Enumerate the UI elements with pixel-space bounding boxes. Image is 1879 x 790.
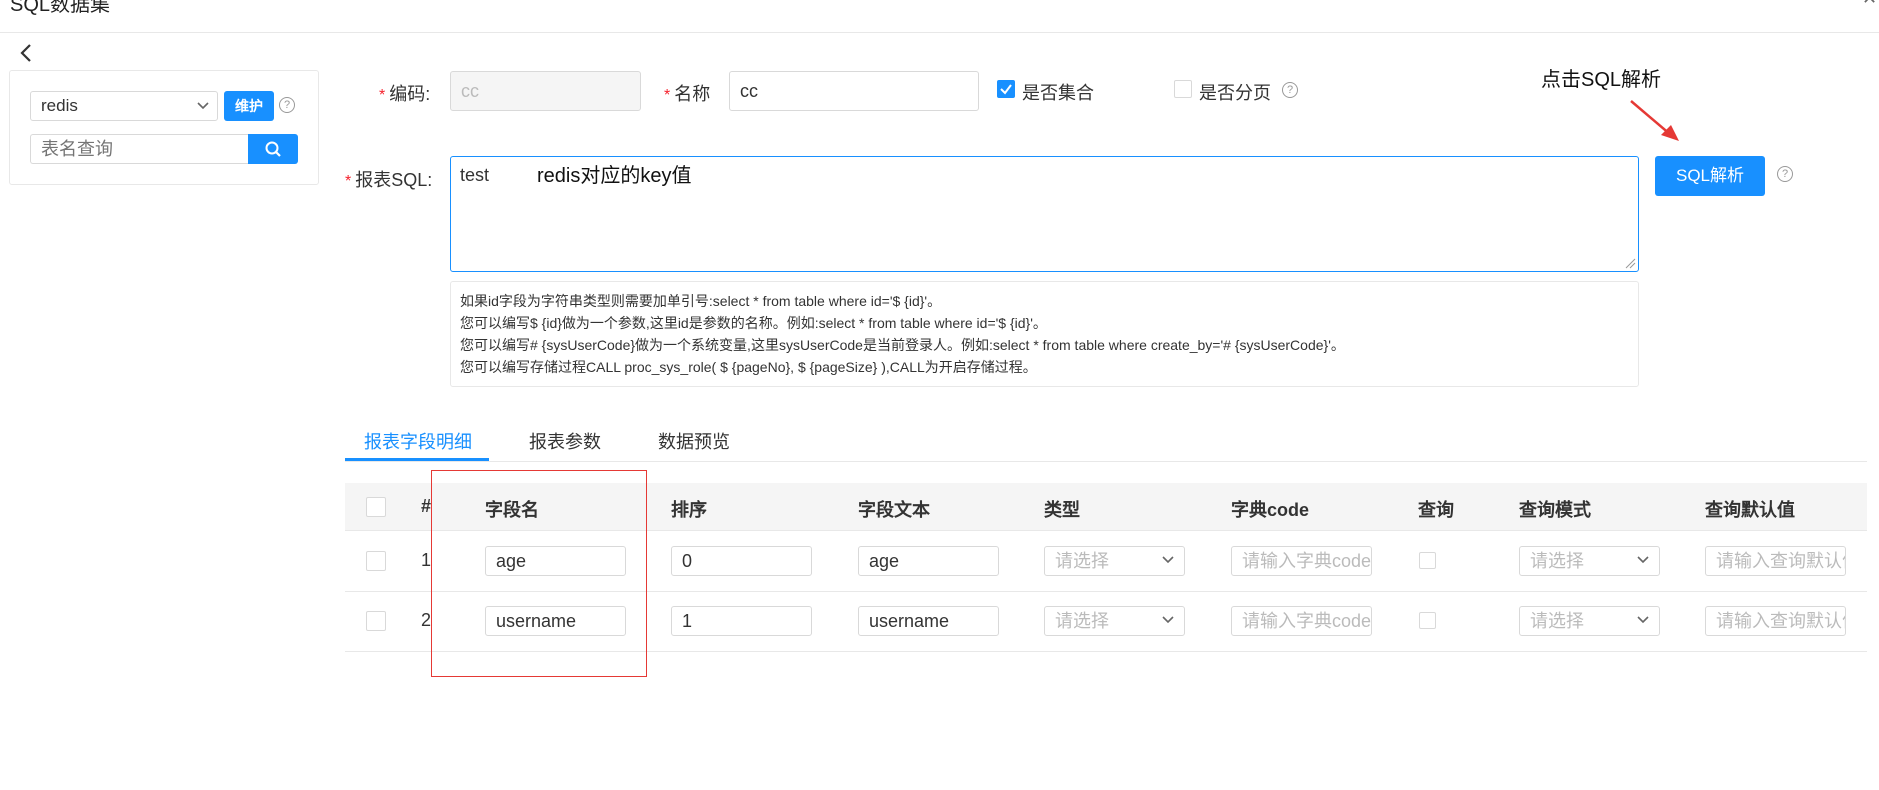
tab-report-params[interactable]: 报表参数 [529,428,601,454]
hint-line: 您可以编写存储过程CALL proc_sys_role( $ {pageNo},… [460,359,1037,375]
back-arrow-icon[interactable] [16,42,38,64]
is-collection-label: 是否集合 [1022,83,1094,103]
hint-line: 您可以编写# {sysUserCode}做为一个系统变量,这里sysUserCo… [460,337,1345,353]
header-divider [0,32,1879,33]
tabs-divider [345,461,1867,462]
hint-line: 如果id字段为字符串类型则需要加单引号:select * from table … [460,293,942,309]
annotation-highlight-box [431,470,647,677]
hint-line: 您可以编写$ {id}做为一个参数,这里id是参数的名称。例如:select *… [460,315,1047,331]
query-mode-select[interactable]: 请选择 [1519,606,1660,636]
sql-parse-button[interactable]: SQL解析 [1655,156,1765,196]
datasource-value: redis [41,96,78,115]
column-header: 类型 [1044,500,1080,520]
search-icon [265,141,281,157]
sql-help-icon[interactable]: ? [1777,166,1793,182]
annotation-arrow-icon [1630,100,1679,141]
tab-data-preview[interactable]: 数据预览 [658,428,730,454]
table-search-button[interactable] [248,134,298,164]
column-header: 排序 [671,500,707,520]
row-number: 1 [421,550,432,570]
is-collection-checkbox[interactable] [997,80,1015,98]
name-label: * 名称 [664,84,711,104]
resize-handle-icon[interactable] [1624,257,1636,269]
query-mode-select[interactable]: 请选择 [1519,546,1660,576]
query-checkbox[interactable] [1419,552,1436,569]
sql-value: test [460,165,490,185]
code-label: * 编码: [379,84,431,104]
select-all-checkbox[interactable] [366,497,386,517]
column-header: # [421,496,432,516]
query-checkbox[interactable] [1419,612,1436,629]
order-input[interactable]: 1 [671,606,812,636]
is-paging-checkbox[interactable] [1174,80,1192,98]
chevron-down-icon [1162,556,1174,564]
help-icon[interactable]: ? [279,97,295,113]
tab-active-indicator [345,458,489,461]
row-checkbox[interactable] [366,611,386,631]
is-paging-label: 是否分页 [1199,83,1271,103]
query-default-input[interactable]: 请输入查询默认值 [1705,606,1846,636]
row-checkbox[interactable] [366,551,386,571]
code-input[interactable]: cc [450,71,641,111]
name-input[interactable]: cc [729,71,979,111]
chevron-down-icon [1162,616,1174,624]
query-mode-placeholder: 请选择 [1530,611,1584,631]
tab-field-details[interactable]: 报表字段明细 [364,428,472,454]
type-select[interactable]: 请选择 [1044,546,1185,576]
chevron-down-icon [197,102,209,110]
chevron-down-icon [1637,556,1649,564]
dialog-title: SQL数据集 [10,0,111,16]
maintain-button[interactable]: 维护 [224,91,274,121]
column-header: 查询模式 [1519,500,1591,520]
datasource-panel [9,70,319,185]
column-header: 字典code [1231,500,1310,520]
sql-label: * 报表SQL: [345,170,433,190]
type-placeholder: 请选择 [1055,551,1109,571]
close-icon[interactable]: ✕ [1862,0,1877,9]
field-text-input[interactable]: username [858,606,999,636]
dict-code-input[interactable]: 请输入字典code [1231,606,1372,636]
annotation-click-parse: 点击SQL解析 [1541,69,1662,91]
field-text-input[interactable]: age [858,546,999,576]
query-mode-placeholder: 请选择 [1530,551,1584,571]
order-input[interactable]: 0 [671,546,812,576]
sql-hint-box: 如果id字段为字符串类型则需要加单引号:select * from table … [450,281,1639,387]
type-placeholder: 请选择 [1055,611,1109,631]
column-header: 查询 [1418,500,1454,520]
datasource-select[interactable]: redis [30,91,218,121]
chevron-down-icon [1637,616,1649,624]
query-default-input[interactable]: 请输入查询默认值 [1705,546,1846,576]
row-number: 2 [421,610,432,630]
annotation-redis-key: redis对应的key值 [537,165,692,187]
type-select[interactable]: 请选择 [1044,606,1185,636]
column-header: 查询默认值 [1705,500,1795,520]
check-icon [1000,84,1012,95]
paging-help-icon[interactable]: ? [1282,82,1298,98]
dict-code-input[interactable]: 请输入字典code [1231,546,1372,576]
table-search-input[interactable] [30,134,248,164]
column-header: 字段文本 [858,500,930,520]
